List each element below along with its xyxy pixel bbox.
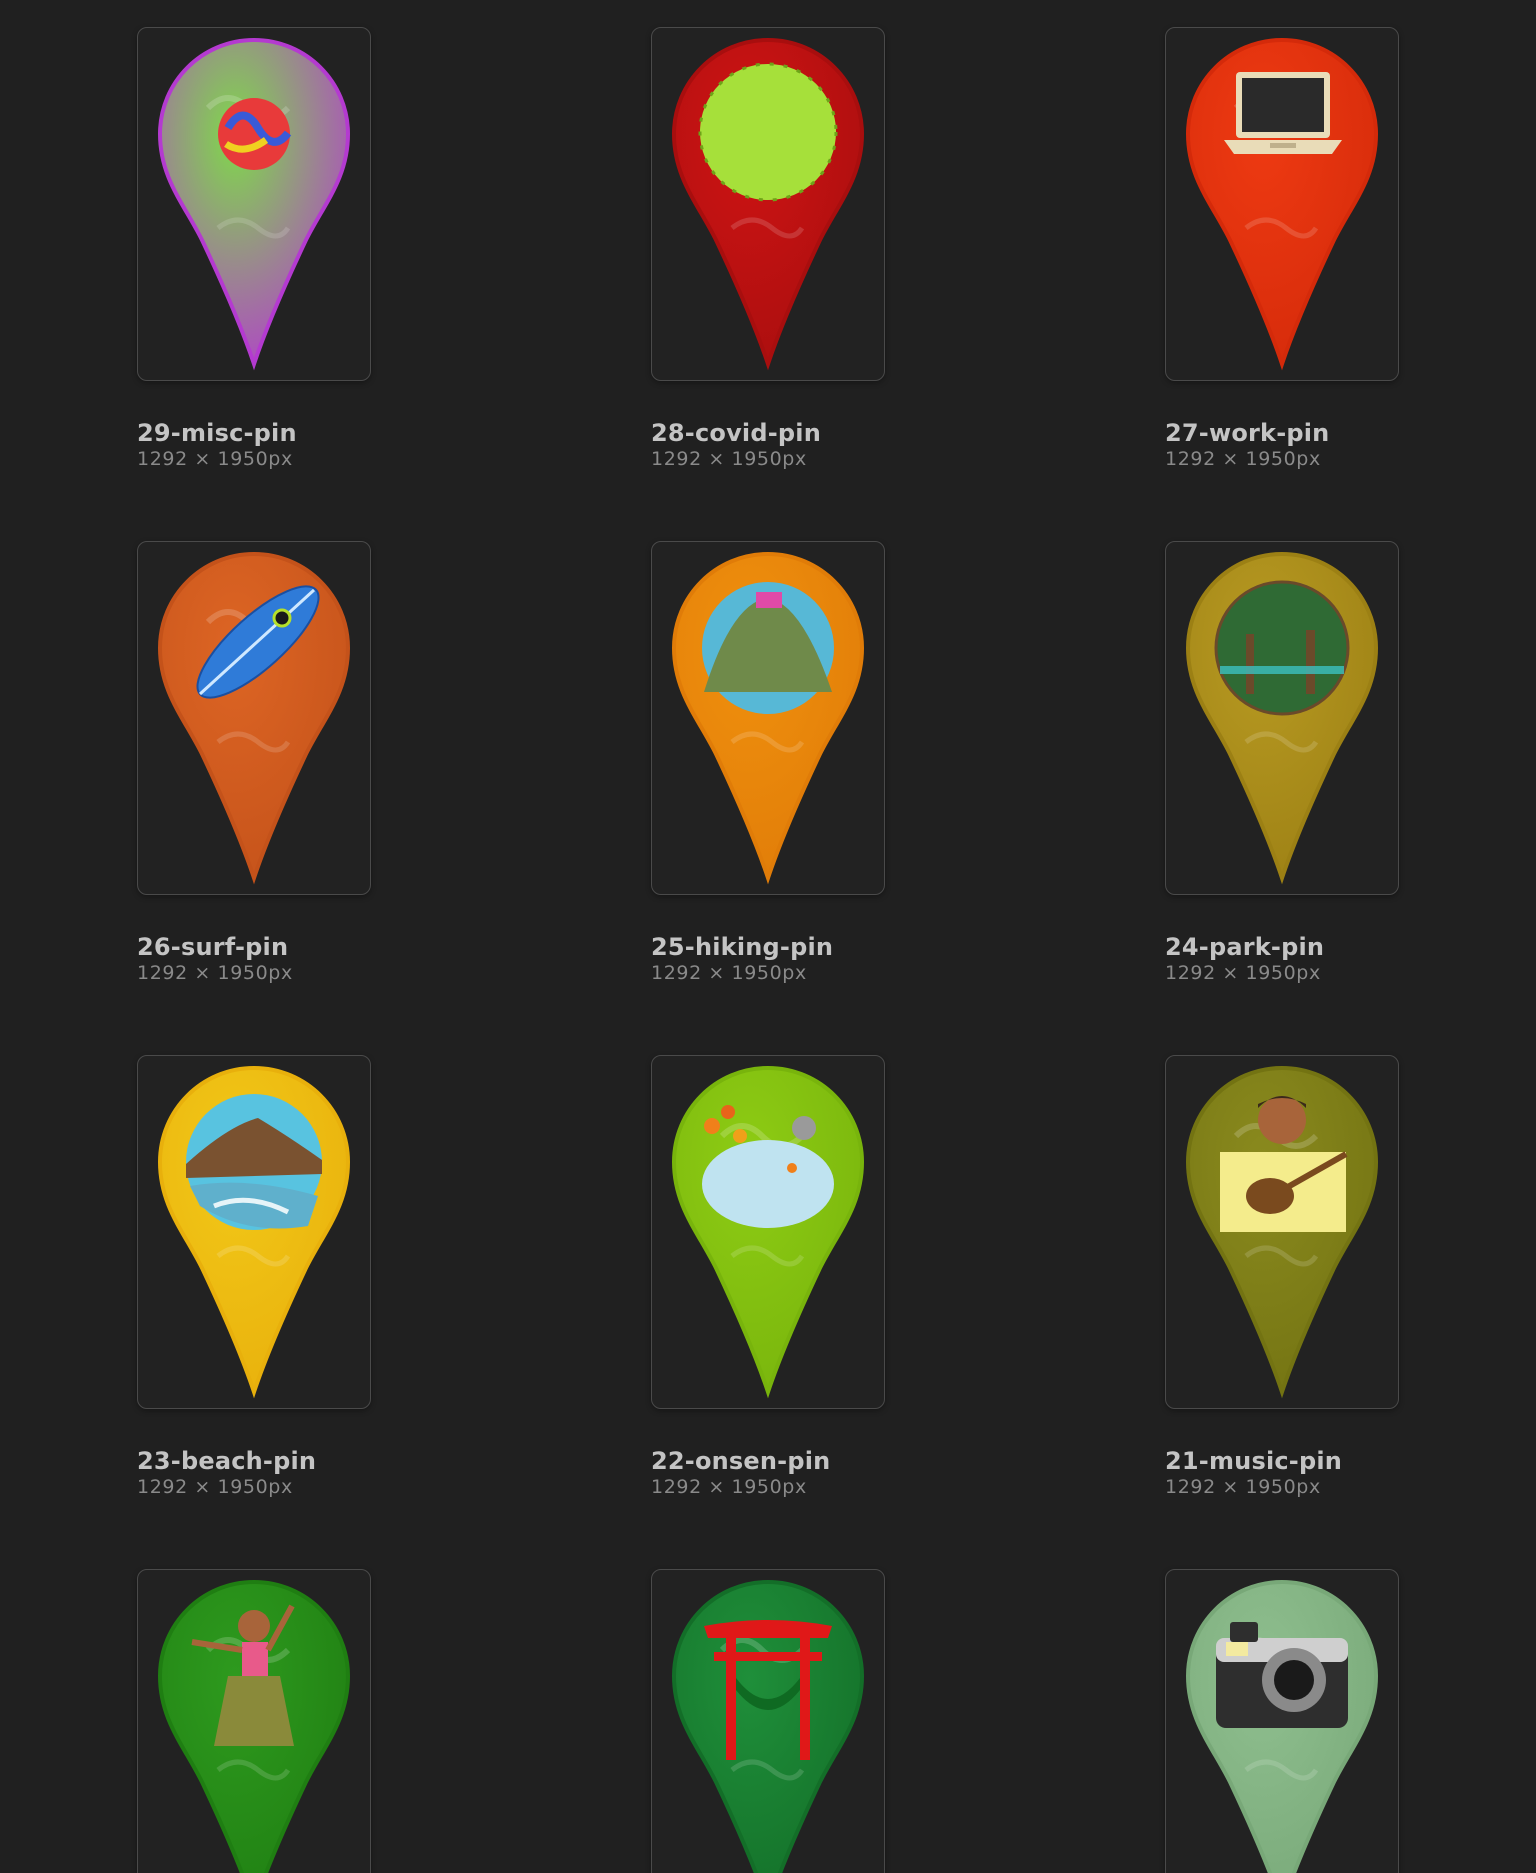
pin-thumbnail[interactable]: [651, 1055, 885, 1409]
pin-dimensions: 1292 × 1950px: [1165, 448, 1321, 470]
beach-icon: [157, 1065, 351, 1399]
pin-dimensions: 1292 × 1950px: [651, 448, 807, 470]
pin-thumbnail[interactable]: [1165, 1569, 1399, 1873]
pin-dimensions: 1292 × 1950px: [651, 962, 807, 984]
laptop-icon: [1185, 37, 1379, 371]
pin-thumbnail[interactable]: [1165, 27, 1399, 381]
surfboard-icon: [157, 551, 351, 885]
pin-thumbnail[interactable]: [137, 27, 371, 381]
pin-dimensions: 1292 × 1950px: [137, 1476, 293, 1498]
pin-thumbnail[interactable]: [651, 27, 885, 381]
torii-gate-icon: [671, 1579, 865, 1873]
pin-file-name: 21-music-pin: [1165, 1447, 1343, 1475]
pin-thumbnail[interactable]: [137, 1055, 371, 1409]
pin-file-name: 25-hiking-pin: [651, 933, 834, 961]
camera-icon: [1185, 1579, 1379, 1873]
pin-thumbnail[interactable]: [1165, 541, 1399, 895]
pin-file-name: 26-surf-pin: [137, 933, 289, 961]
pin-dimensions: 1292 × 1950px: [1165, 1476, 1321, 1498]
pin-dimensions: 1292 × 1950px: [137, 448, 293, 470]
mountain-icon: [671, 551, 865, 885]
pin-file-name: 24-park-pin: [1165, 933, 1325, 961]
pin-thumbnail[interactable]: [651, 1569, 885, 1873]
pin-gallery: 29-misc-pin 1292 × 1950px 28-covid-pin 129…: [0, 0, 1536, 1873]
pin-file-name: 23-beach-pin: [137, 1447, 317, 1475]
pin-file-name: 22-onsen-pin: [651, 1447, 831, 1475]
pin-file-name: 28-covid-pin: [651, 419, 821, 447]
hula-dancer-icon: [157, 1579, 351, 1873]
pin-file-name: 27-work-pin: [1165, 419, 1330, 447]
pin-thumbnail[interactable]: [137, 541, 371, 895]
hot-spring-icon: [671, 1065, 865, 1399]
rainbow-swirl-icon: [157, 37, 351, 371]
pin-thumbnail[interactable]: [1165, 1055, 1399, 1409]
ukulele-player-icon: [1185, 1065, 1379, 1399]
pin-dimensions: 1292 × 1950px: [651, 1476, 807, 1498]
pin-file-name: 29-misc-pin: [137, 419, 297, 447]
trees-icon: [1185, 551, 1379, 885]
pin-dimensions: 1292 × 1950px: [1165, 962, 1321, 984]
pin-thumbnail[interactable]: [137, 1569, 371, 1873]
pin-dimensions: 1292 × 1950px: [137, 962, 293, 984]
pin-thumbnail[interactable]: [651, 541, 885, 895]
virus-icon: [671, 37, 865, 371]
